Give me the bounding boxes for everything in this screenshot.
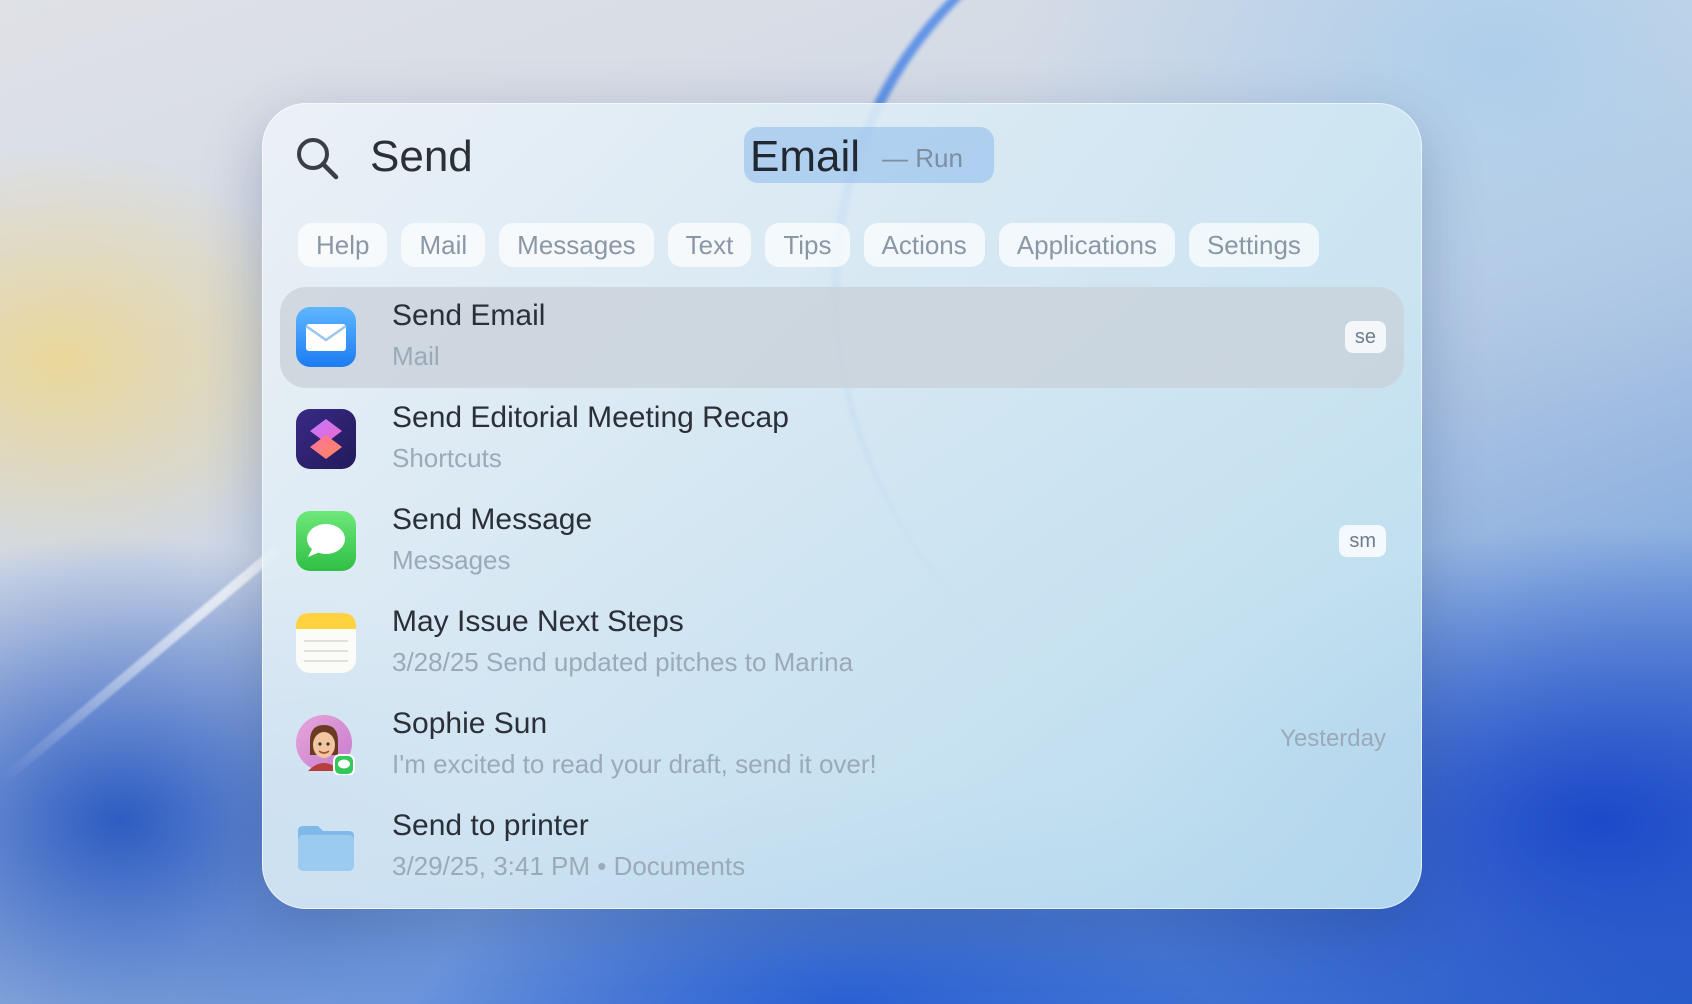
- contact-avatar-icon: [296, 715, 355, 775]
- wallpaper-streak: [0, 545, 282, 785]
- result-title: Send Message: [392, 503, 593, 536]
- filter-text[interactable]: Text: [667, 223, 752, 267]
- messages-icon: [296, 511, 356, 571]
- result-send-message[interactable]: Send Message Messages sm: [280, 491, 1404, 592]
- result-title: Sophie Sun: [392, 707, 548, 740]
- result-may-issue-next-steps[interactable]: May Issue Next Steps 3/28/25 Send update…: [280, 593, 1404, 694]
- shortcut-badge: sm: [1339, 525, 1386, 557]
- result-send-editorial-meeting-recap[interactable]: Send Editorial Meeting Recap Shortcuts: [280, 389, 1404, 490]
- mail-icon: [296, 307, 356, 367]
- filter-messages[interactable]: Messages: [499, 223, 654, 267]
- result-title: Send to printer: [392, 809, 589, 842]
- filter-actions[interactable]: Actions: [863, 223, 985, 267]
- run-hint: — Run: [882, 143, 963, 173]
- result-sophie-sun[interactable]: Sophie Sun I'm excited to read your draf…: [280, 695, 1404, 796]
- result-send-to-printer[interactable]: Send to printer 3/29/25, 3:41 PM • Docum…: [280, 797, 1404, 898]
- search-bar[interactable]: Send Email — Run: [294, 125, 1390, 189]
- result-subtitle: 3/29/25, 3:41 PM • Documents: [392, 851, 746, 881]
- filter-tips[interactable]: Tips: [765, 223, 850, 267]
- result-send-email[interactable]: Send Email Mail se: [280, 287, 1404, 388]
- search-query[interactable]: Send: [370, 131, 473, 183]
- desktop-wallpaper: Send Email — Run Help Mail Messages Text…: [0, 0, 1692, 1004]
- folder-icon: [298, 826, 354, 871]
- shortcuts-icon: [296, 409, 356, 469]
- filter-settings[interactable]: Settings: [1188, 223, 1319, 267]
- filter-chips: Help Mail Messages Text Tips Actions App…: [298, 223, 1392, 269]
- filter-mail[interactable]: Mail: [401, 223, 486, 267]
- result-subtitle: Shortcuts: [392, 443, 502, 473]
- spotlight-panel: Send Email — Run Help Mail Messages Text…: [262, 103, 1422, 909]
- result-subtitle: 3/28/25 Send updated pitches to Marina: [392, 647, 854, 677]
- shortcut-badge: se: [1344, 321, 1386, 353]
- filter-applications[interactable]: Applications: [998, 223, 1175, 267]
- result-subtitle: Mail: [392, 341, 440, 371]
- result-subtitle: I'm excited to read your draft, send it …: [392, 749, 877, 779]
- result-title: May Issue Next Steps: [392, 605, 684, 638]
- result-title: Send Editorial Meeting Recap: [392, 401, 789, 434]
- results-list: Send Email Mail se Send Editorial Meetin…: [280, 287, 1404, 899]
- result-timestamp: Yesterday: [1280, 725, 1386, 752]
- search-autocomplete: Email: [750, 132, 861, 181]
- search-icon: [297, 138, 339, 180]
- result-subtitle: Messages: [392, 545, 511, 575]
- result-title: Send Email: [392, 299, 546, 332]
- notes-icon: [296, 613, 356, 673]
- filter-help[interactable]: Help: [298, 223, 388, 267]
